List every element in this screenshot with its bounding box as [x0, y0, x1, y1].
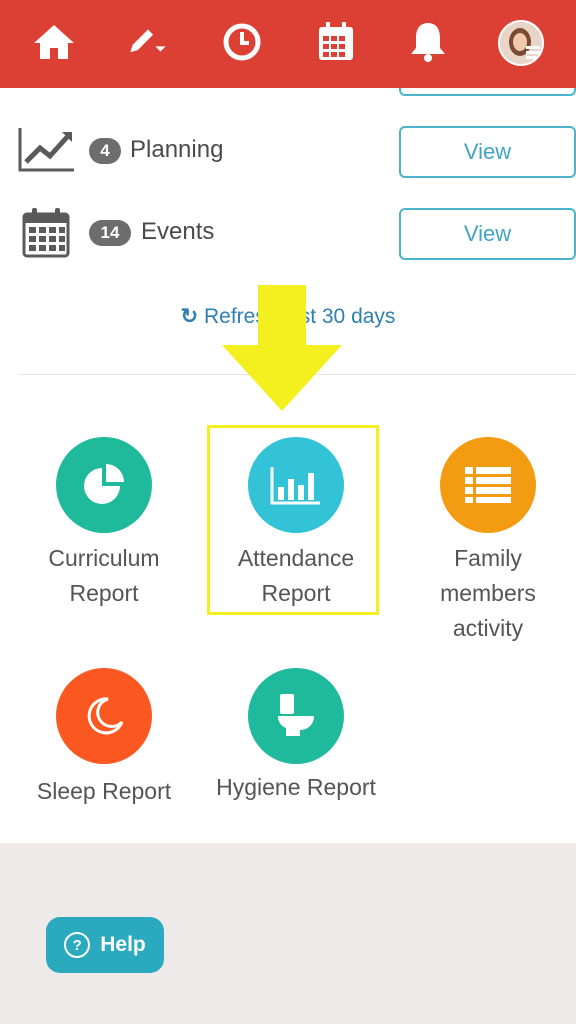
planning-count-badge: 4 [89, 138, 121, 164]
calendar-icon[interactable] [314, 20, 358, 64]
help-button[interactable]: ? Help [46, 917, 164, 973]
report-label-line1: Family [454, 545, 522, 571]
planning-label: Planning [130, 136, 224, 163]
avatar[interactable] [498, 20, 544, 66]
highlight-box [207, 425, 379, 615]
hygiene-report-tile[interactable]: Hygiene Report [206, 668, 386, 805]
clock-icon[interactable] [220, 20, 264, 64]
report-label-line1: Hygiene Report [216, 774, 376, 800]
home-icon[interactable] [32, 20, 76, 64]
list-icon [440, 437, 536, 533]
report-label-line1: Curriculum [48, 545, 160, 571]
planning-view-button[interactable]: View [399, 126, 576, 178]
top-nav-bar [0, 0, 576, 88]
previous-view-button-edge [399, 88, 576, 96]
moon-icon [56, 668, 152, 764]
calendar-icon [18, 208, 76, 258]
down-arrow-annotation [220, 283, 344, 418]
sleep-report-tile[interactable]: Sleep Report [14, 668, 194, 809]
edit-icon[interactable] [126, 20, 170, 64]
report-label-line3: activity [452, 615, 524, 641]
trend-chart-icon [18, 126, 76, 176]
bell-icon[interactable] [406, 20, 450, 64]
events-count-badge: 14 [89, 220, 131, 246]
help-label: Help [100, 933, 146, 956]
toilet-icon [248, 668, 344, 764]
pie-chart-icon [56, 437, 152, 533]
events-label: Events [141, 218, 215, 245]
curriculum-report-tile[interactable]: Curriculum Report [14, 437, 194, 611]
content-card: 4 Planning View 14 Events View ↻ Refresh… [0, 88, 576, 843]
report-label-line1: Sleep Report [36, 778, 172, 804]
family-members-activity-tile[interactable]: Family members activity [398, 437, 576, 646]
report-label-line2: members [440, 580, 536, 606]
events-view-button[interactable]: View [399, 208, 576, 260]
help-icon: ? [64, 932, 91, 958]
refresh-icon: ↻ [180, 305, 199, 328]
report-label-line2: Report [69, 580, 139, 606]
